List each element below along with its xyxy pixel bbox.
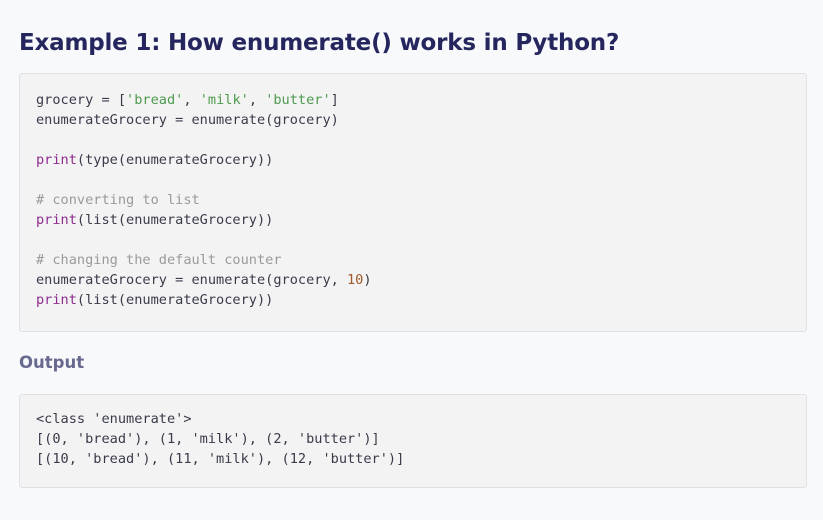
code-token: , bbox=[248, 92, 266, 108]
output-block: <class 'enumerate'> [(0, 'bread'), (1, 'm… bbox=[19, 394, 807, 488]
string-literal: 'butter' bbox=[265, 92, 331, 108]
code-line: print(type(enumerateGrocery)) bbox=[36, 150, 372, 170]
code-token: ] bbox=[330, 92, 339, 108]
code-token: (type(enumerateGrocery)) bbox=[76, 152, 274, 168]
code-token: , bbox=[183, 92, 200, 108]
code-line: print(list(enumerateGrocery)) bbox=[36, 290, 372, 310]
output-line: <class 'enumerate'> bbox=[36, 411, 192, 427]
code-token: enumerateGrocery = enumerate(grocery, bbox=[36, 272, 347, 288]
builtin-function: print bbox=[36, 292, 77, 308]
string-literal: 'milk' bbox=[199, 92, 249, 108]
builtin-function: print bbox=[36, 212, 77, 228]
output-line: [(0, 'bread'), (1, 'milk'), (2, 'butter'… bbox=[36, 431, 380, 447]
code-block: grocery = ['bread', 'milk', 'butter'] enu… bbox=[19, 73, 807, 332]
output-heading: Output bbox=[19, 353, 85, 372]
builtin-function: print bbox=[36, 152, 77, 168]
code-line: enumerateGrocery = enumerate(grocery, 10… bbox=[36, 270, 372, 290]
string-literal: 'bread' bbox=[126, 92, 184, 108]
number-literal: 10 bbox=[347, 272, 364, 288]
code-comment: # converting to list bbox=[36, 192, 200, 208]
code-token: ) bbox=[363, 272, 372, 288]
output-text: <class 'enumerate'> [(0, 'bread'), (1, 'm… bbox=[36, 409, 404, 469]
code-token: (list(enumerateGrocery)) bbox=[76, 212, 274, 228]
output-line: [(10, 'bread'), (11, 'milk'), (12, 'butt… bbox=[36, 451, 405, 467]
code-line: enumerateGrocery = enumerate(grocery) bbox=[36, 112, 339, 128]
code-line: grocery = ['bread', 'milk', 'butter'] bbox=[36, 90, 372, 110]
code-token: grocery = [ bbox=[36, 92, 127, 108]
code-token: (list(enumerateGrocery)) bbox=[76, 292, 274, 308]
code-text: grocery = ['bread', 'milk', 'butter'] enu… bbox=[36, 90, 372, 310]
code-comment: # changing the default counter bbox=[36, 252, 282, 268]
code-line: print(list(enumerateGrocery)) bbox=[36, 210, 372, 230]
example-title: Example 1: How enumerate() works in Pyth… bbox=[19, 30, 620, 56]
